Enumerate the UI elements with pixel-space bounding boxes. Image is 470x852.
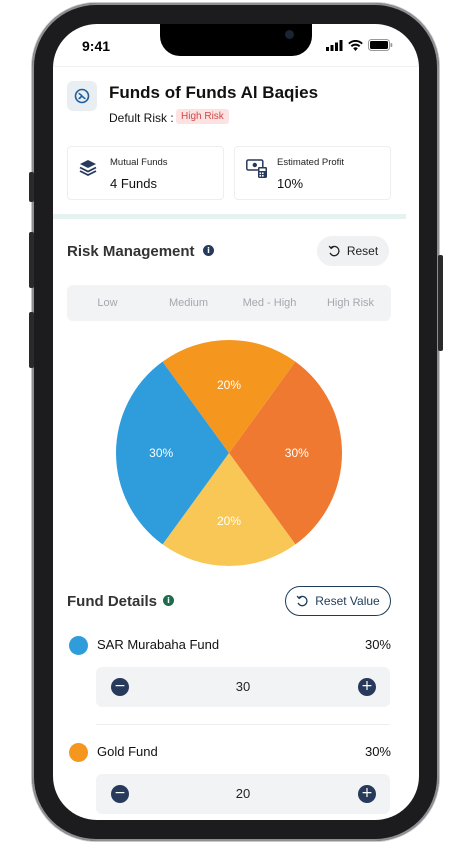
fund-percent: 30%: [364, 744, 391, 759]
power-button: [438, 255, 443, 351]
fund-details-title: Fund Details: [67, 593, 158, 610]
battery-icon: [368, 39, 393, 51]
pie-slice-label: 30%: [149, 446, 173, 460]
estimated-profit-card: Estimated Profit 10%: [234, 146, 391, 200]
info-icon[interactable]: i: [203, 245, 214, 256]
risk-level-selector[interactable]: Low Medium Med - High High Risk: [67, 285, 391, 321]
camera-icon: [285, 30, 294, 39]
risk-management-title: Risk Management: [67, 243, 195, 260]
amount-stepper: − 30 +: [96, 667, 390, 707]
fund-color-dot: [69, 636, 88, 655]
notch: [160, 24, 312, 56]
risk-level-high[interactable]: High Risk: [310, 285, 391, 321]
risk-level-low[interactable]: Low: [67, 285, 148, 321]
stat-label: Estimated Profit: [277, 157, 345, 168]
page-title: Funds of Funds Al Baqies: [109, 83, 319, 102]
increment-button[interactable]: +: [358, 678, 376, 696]
increment-button[interactable]: +: [358, 785, 376, 803]
reset-icon: [296, 595, 308, 606]
fund-percent: 30%: [364, 637, 391, 652]
amount-stepper: − 20 +: [96, 774, 390, 814]
stepper-value[interactable]: 30: [96, 679, 390, 694]
section-band: [53, 214, 406, 219]
risk-badge: High Risk: [176, 109, 229, 124]
reset-value-label: Reset Value: [315, 594, 380, 608]
wifi-icon: [348, 39, 363, 51]
cash-calculator-icon: [246, 159, 267, 178]
risk-level-med-high[interactable]: Med - High: [229, 285, 310, 321]
signal-icon: [326, 39, 343, 51]
mutual-funds-card: Mutual Funds 4 Funds: [67, 146, 224, 200]
status-icons: [326, 39, 393, 51]
default-risk-label: Defult Risk :: [109, 111, 174, 125]
pie-slice-label: 20%: [217, 514, 241, 528]
stepper-value[interactable]: 20: [96, 786, 390, 801]
risk-level-medium[interactable]: Medium: [148, 285, 229, 321]
fund-name: SAR Murabaha Fund: [97, 637, 220, 652]
status-time: 9:41: [82, 38, 111, 54]
stat-value: 10%: [277, 176, 304, 191]
stat-label: Mutual Funds: [110, 157, 168, 168]
volume-up-button: [29, 232, 34, 288]
info-icon[interactable]: i: [163, 595, 174, 606]
layers-icon: [79, 160, 97, 177]
row-divider: [96, 724, 390, 725]
screen: 9:41 Funds of Funds Al Baqies Defult Ris…: [53, 24, 419, 820]
reset-button[interactable]: Reset: [317, 236, 389, 266]
fund-color-dot: [69, 743, 88, 762]
reset-label: Reset: [346, 244, 379, 258]
volume-down-button: [29, 312, 34, 368]
header-divider: [53, 66, 419, 67]
stat-value: 4 Funds: [110, 176, 157, 191]
fund-logo-icon: [67, 81, 97, 111]
reset-value-button[interactable]: Reset Value: [285, 586, 391, 616]
allocation-pie-chart: 30% 20% 30% 20%: [116, 340, 342, 566]
reset-icon: [328, 245, 340, 256]
pie-slice-label: 30%: [285, 446, 309, 460]
pie-slice-label: 20%: [217, 378, 241, 392]
mute-switch: [29, 172, 34, 202]
fund-name: Gold Fund: [97, 744, 158, 759]
